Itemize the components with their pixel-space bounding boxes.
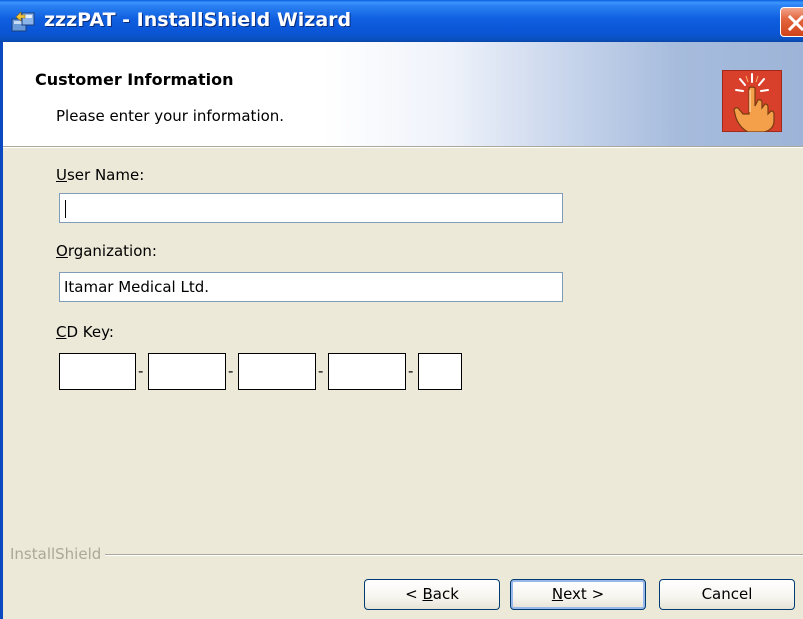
cd-key-label: CD Key: [56, 323, 114, 341]
window-title: zzzPAT - InstallShield Wizard [44, 9, 352, 31]
cd-key-segment-1[interactable] [59, 353, 136, 390]
next-button-accel: N [551, 585, 564, 603]
user-name-label-text: ser Name: [66, 166, 145, 184]
close-button[interactable] [780, 7, 803, 37]
title-bar[interactable]: zzzPAT - InstallShield Wizard [0, 0, 803, 42]
cancel-button[interactable]: Cancel [659, 579, 795, 610]
cd-key-segment-4[interactable] [328, 353, 406, 390]
cd-key-label-text: D Key: [66, 323, 114, 341]
pointing-hand-icon [721, 69, 783, 133]
back-button[interactable]: < Back [364, 579, 500, 610]
cd-key-segment-2[interactable] [148, 353, 226, 390]
cd-key-accel: C [56, 323, 67, 341]
back-button-label: ack [432, 585, 459, 603]
cd-key-segment-5[interactable] [418, 353, 462, 390]
cd-key-segment-3[interactable] [238, 353, 316, 390]
organization-field[interactable]: Itamar Medical Ltd. [59, 272, 563, 302]
cd-key-separator: - [228, 362, 234, 380]
user-name-accel: U [56, 166, 67, 184]
next-button[interactable]: Next > [510, 579, 646, 610]
close-icon [787, 14, 803, 32]
cd-key-separator: - [318, 362, 324, 380]
brand-divider [10, 554, 803, 556]
installer-package-icon [10, 9, 36, 33]
page-subtitle: Please enter your information. [56, 107, 285, 125]
installshield-brand: InstallShield [10, 545, 106, 563]
organization-value: Itamar Medical Ltd. [64, 278, 209, 296]
header-divider [3, 146, 803, 148]
organization-label-text: rganization: [67, 242, 157, 260]
cd-key-separator: - [408, 362, 414, 380]
user-name-field[interactable] [59, 193, 563, 223]
header-banner [3, 42, 803, 146]
next-button-label: ext > [563, 585, 605, 603]
user-name-label: User Name: [56, 166, 144, 184]
installshield-wizard-window: zzzPAT - InstallShield Wizard Customer I… [0, 0, 803, 619]
page-title: Customer Information [35, 70, 234, 89]
back-button-prefix: < [405, 585, 423, 603]
organization-accel: O [56, 242, 68, 260]
text-caret [65, 199, 66, 218]
organization-label: Organization: [56, 242, 157, 260]
back-button-accel: B [422, 585, 433, 603]
cd-key-separator: - [138, 362, 144, 380]
